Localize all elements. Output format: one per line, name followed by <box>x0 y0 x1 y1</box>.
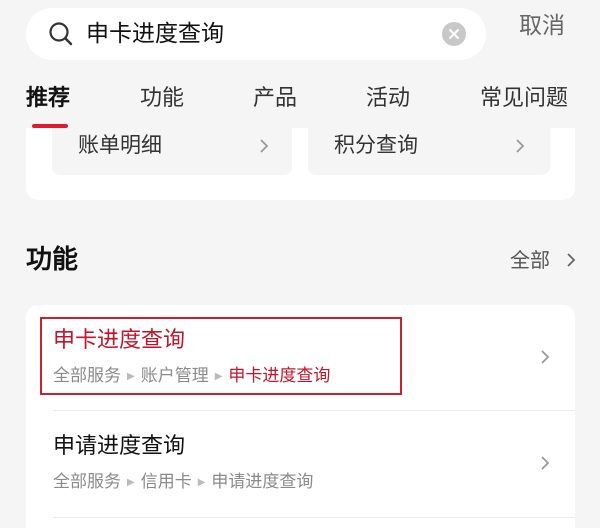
tab-activities[interactable]: 活动 <box>366 80 410 118</box>
result-item[interactable]: 申请进度查询 全部服务 ▶ 信用卡 ▶ 申请进度查询 <box>26 411 575 516</box>
search-bar[interactable]: 申卡进度查询 <box>26 8 486 60</box>
breadcrumb-item: 信用卡 <box>140 472 192 492</box>
view-all-link[interactable]: 全部 <box>510 246 550 274</box>
chevron-right-icon <box>260 139 269 153</box>
result-item[interactable]: 申卡进度查询 全部服务 ▶ 账户管理 ▶ 申卡进度查询 <box>26 305 575 410</box>
chevron-right-icon <box>541 456 550 470</box>
tab-products[interactable]: 产品 <box>253 80 297 118</box>
quick-item-bill-details[interactable]: 账单明细 <box>52 128 292 175</box>
quick-item-label: 账单明细 <box>78 133 162 157</box>
clear-search-button[interactable] <box>442 22 466 46</box>
quick-item-points-query[interactable]: 积分查询 <box>308 128 550 175</box>
chevron-right-icon <box>516 139 525 153</box>
close-icon <box>448 28 460 40</box>
tab-recommended[interactable]: 推荐 <box>26 80 70 118</box>
tab-bar: 推荐 功能 产品 活动 常见问题 <box>0 80 600 128</box>
chevron-right-icon <box>541 350 550 364</box>
breadcrumb-item: 全部服务 <box>53 472 121 492</box>
section-title: 功能 <box>26 245 79 275</box>
tab-faq[interactable]: 常见问题 <box>480 80 568 118</box>
tab-functions[interactable]: 功能 <box>140 80 184 118</box>
search-header: 申卡进度查询 取消 推荐 功能 产品 活动 常见问题 <box>0 0 600 130</box>
highlight-box <box>40 317 402 395</box>
divider <box>53 517 575 518</box>
quick-links-card: 账单明细 积分查询 <box>26 128 575 200</box>
search-input[interactable]: 申卡进度查询 <box>86 14 224 54</box>
search-icon <box>49 22 73 46</box>
breadcrumb-separator-icon: ▶ <box>127 477 135 488</box>
breadcrumb-separator-icon: ▶ <box>197 477 206 488</box>
result-title: 申请进度查询 <box>53 434 186 459</box>
quick-item-label: 积分查询 <box>334 133 418 157</box>
chevron-right-icon[interactable] <box>566 252 576 268</box>
breadcrumb-item: 申请进度查询 <box>211 472 314 492</box>
results-list: 申卡进度查询 全部服务 ▶ 账户管理 ▶ 申卡进度查询 申请进度查询 全部服务 ▶ 信用卡 ▶… <box>26 305 575 528</box>
cancel-button[interactable]: 取消 <box>519 6 565 46</box>
breadcrumb: 全部服务 ▶ 信用卡 ▶ 申请进度查询 <box>53 469 313 496</box>
